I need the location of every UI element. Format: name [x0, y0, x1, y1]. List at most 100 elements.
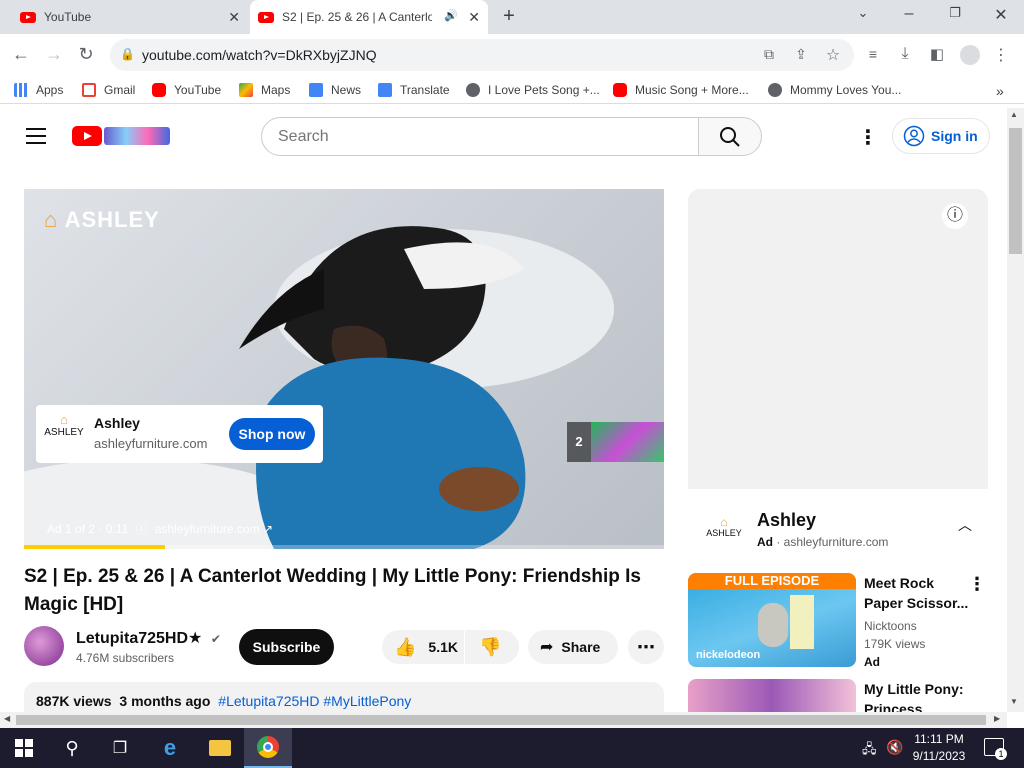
youtube-logo[interactable] — [72, 126, 102, 146]
browser-menu-icon[interactable]: ⋮ — [990, 45, 1012, 65]
chrome-logo — [257, 736, 279, 758]
share-label: Share — [561, 639, 601, 655]
bookmark-label: Music Song + More... — [635, 83, 749, 97]
media-control-icon[interactable]: ≡ — [862, 46, 884, 62]
thumbs-down-icon: 👎 — [479, 636, 502, 657]
companion-ad-panel[interactable]: ⓘ ⌂ ASHLEY Ashley Ad · ashleyfurniture.c… — [688, 189, 988, 549]
nickelodeon-logo: nickelodeon — [696, 649, 761, 661]
description-meta: 887K views 3 months ago #Letupita725HD #… — [36, 693, 411, 709]
bookmark-label: Maps — [261, 83, 291, 97]
share-page-icon[interactable]: ⇪ — [790, 46, 812, 63]
close-tab-icon[interactable]: ✕ — [228, 9, 240, 26]
more-bookmarks-icon[interactable]: » — [996, 83, 1004, 99]
start-button[interactable] — [0, 728, 48, 768]
bookmark-translate[interactable]: Translate — [378, 83, 450, 97]
volume-muted-icon[interactable]: 🔇 — [886, 739, 903, 756]
youtube-icon — [152, 83, 166, 97]
home-outline-icon: ⌂ — [60, 412, 68, 427]
bookmark-youtube[interactable]: YouTube — [152, 83, 221, 97]
profile-avatar-icon[interactable] — [960, 45, 980, 65]
settings-more-icon[interactable]: ⋮ — [858, 125, 878, 150]
sign-in-button[interactable]: Sign in — [892, 118, 990, 154]
lock-icon[interactable]: 🔒 — [120, 47, 135, 61]
share-button[interactable]: ➦ Share — [528, 630, 618, 664]
bookmark-maps[interactable]: Maps — [239, 83, 290, 97]
bookmark-music-song[interactable]: Music Song + More... — [613, 83, 749, 97]
hashtags[interactable]: #Letupita725HD #MyLittlePony — [218, 693, 411, 709]
ad-domain[interactable]: ashleyfurniture.com — [94, 436, 207, 451]
apps-grid-icon — [14, 83, 28, 97]
recommendation-title[interactable]: Meet Rock Paper Scissor... — [864, 573, 974, 613]
new-tab-icon[interactable]: + — [494, 5, 524, 28]
reload-icon[interactable]: ↻ — [75, 44, 97, 65]
bookmark-apps[interactable]: Apps — [14, 83, 63, 97]
ad-domain-link[interactable]: ashleyfurniture.com — [155, 522, 260, 536]
audio-playing-icon[interactable]: 🔊 — [444, 9, 458, 22]
window-close-icon[interactable]: ✕ — [986, 5, 1016, 25]
minimize-icon[interactable]: – — [894, 5, 924, 23]
forward-icon[interactable]: → — [43, 44, 65, 65]
notification-badge: 1 — [995, 748, 1007, 760]
globe-icon — [466, 83, 480, 97]
info-circle-icon[interactable]: ⓘ — [136, 522, 148, 536]
translate-icon — [378, 83, 392, 97]
horizontal-scrollbar-thumb[interactable] — [16, 715, 986, 725]
search-input[interactable]: Search — [261, 117, 699, 156]
url-text[interactable]: youtube.com/watch?v=DkRXbyjZJNQ — [142, 47, 377, 63]
tab-youtube[interactable]: YouTube ✕ — [12, 0, 248, 34]
video-player[interactable]: ⌂ ASHLEY ⌂ ASHLEY Ashley ashleyfurniture… — [24, 189, 664, 549]
bookmark-pets-song[interactable]: I Love Pets Song +... — [466, 83, 600, 97]
task-view-icon[interactable]: ❐ — [96, 728, 144, 768]
file-explorer-icon[interactable] — [196, 728, 244, 768]
chrome-taskbar-icon[interactable] — [244, 728, 292, 768]
ad-info-icon[interactable]: ⓘ — [942, 203, 968, 229]
scroll-right-arrow-icon[interactable]: ▶ — [994, 714, 1000, 723]
system-clock[interactable]: 11:11 PM 9/11/2023 — [908, 731, 970, 765]
tab-active-video[interactable]: S2 | Ep. 25 & 26 | A Canterlot 🔊 ✕ — [250, 0, 488, 34]
youtube-doodle[interactable] — [104, 127, 170, 145]
next-video-thumbnail[interactable] — [591, 422, 664, 462]
bookmark-label: Apps — [36, 83, 64, 97]
more-actions-icon[interactable]: ⋯ — [628, 630, 664, 664]
gmail-icon — [82, 83, 96, 97]
search-icon[interactable]: ⚲ — [48, 728, 96, 768]
paper-character — [790, 595, 814, 649]
guide-menu-icon[interactable] — [26, 128, 46, 144]
restore-icon[interactable]: ❐ — [940, 5, 970, 21]
recommendation-channel[interactable]: Nicktoons — [864, 619, 917, 633]
ad-progress-bar[interactable] — [24, 545, 664, 549]
dislike-button[interactable]: 👎 — [465, 630, 519, 664]
internet-explorer-icon[interactable]: e — [146, 728, 194, 768]
bookmark-gmail[interactable]: Gmail — [82, 83, 135, 97]
next-video-count[interactable]: 2 — [567, 422, 591, 462]
scroll-up-arrow-icon[interactable]: ▲ — [1010, 110, 1018, 119]
chevron-up-icon[interactable]: ︿ — [958, 515, 972, 535]
bookmark-star-icon[interactable]: ☆ — [822, 45, 844, 65]
bookmark-mommy-loves[interactable]: Mommy Loves You... — [768, 83, 901, 97]
bookmark-news[interactable]: News — [309, 83, 361, 97]
like-button[interactable]: 👍 5.1K — [382, 630, 464, 664]
chrome-logo-center — [263, 742, 273, 752]
back-icon[interactable]: ← — [10, 44, 32, 65]
companion-ad-footer: ⌂ ASHLEY Ashley Ad · ashleyfurniture.com… — [688, 489, 988, 549]
side-panel-icon[interactable]: ◧ — [926, 45, 948, 63]
recommendation-menu-icon[interactable]: ⋮ — [968, 574, 986, 595]
channel-name[interactable]: Letupita725HD★ ✔ — [76, 628, 221, 648]
tab-label: S2 | Ep. 25 & 26 | A Canterlot — [282, 10, 432, 24]
shop-now-button[interactable]: Shop now — [229, 418, 315, 450]
close-tab-icon[interactable]: ✕ — [468, 9, 480, 26]
subscribe-button[interactable]: Subscribe — [239, 629, 334, 665]
search-button[interactable] — [698, 117, 762, 156]
channel-avatar[interactable] — [24, 626, 64, 666]
clock-date: 9/11/2023 — [912, 749, 966, 763]
scroll-left-arrow-icon[interactable]: ◀ — [4, 714, 10, 723]
recommendation-thumbnail[interactable] — [688, 679, 856, 712]
tab-search-chevron-icon[interactable]: ⌄ — [848, 5, 878, 21]
recommendation-thumbnail[interactable]: FULL EPISODE nickelodeon — [688, 573, 856, 667]
scroll-down-arrow-icon[interactable]: ▼ — [1010, 697, 1018, 706]
open-in-app-icon[interactable]: ⧉ — [758, 46, 780, 63]
recommendation-title[interactable]: My Little Pony: Princess — [864, 679, 994, 712]
downloads-icon[interactable]: ⤓ — [894, 45, 916, 63]
network-icon[interactable]: 🖧 — [862, 740, 877, 762]
vertical-scrollbar-thumb[interactable] — [1009, 128, 1022, 254]
